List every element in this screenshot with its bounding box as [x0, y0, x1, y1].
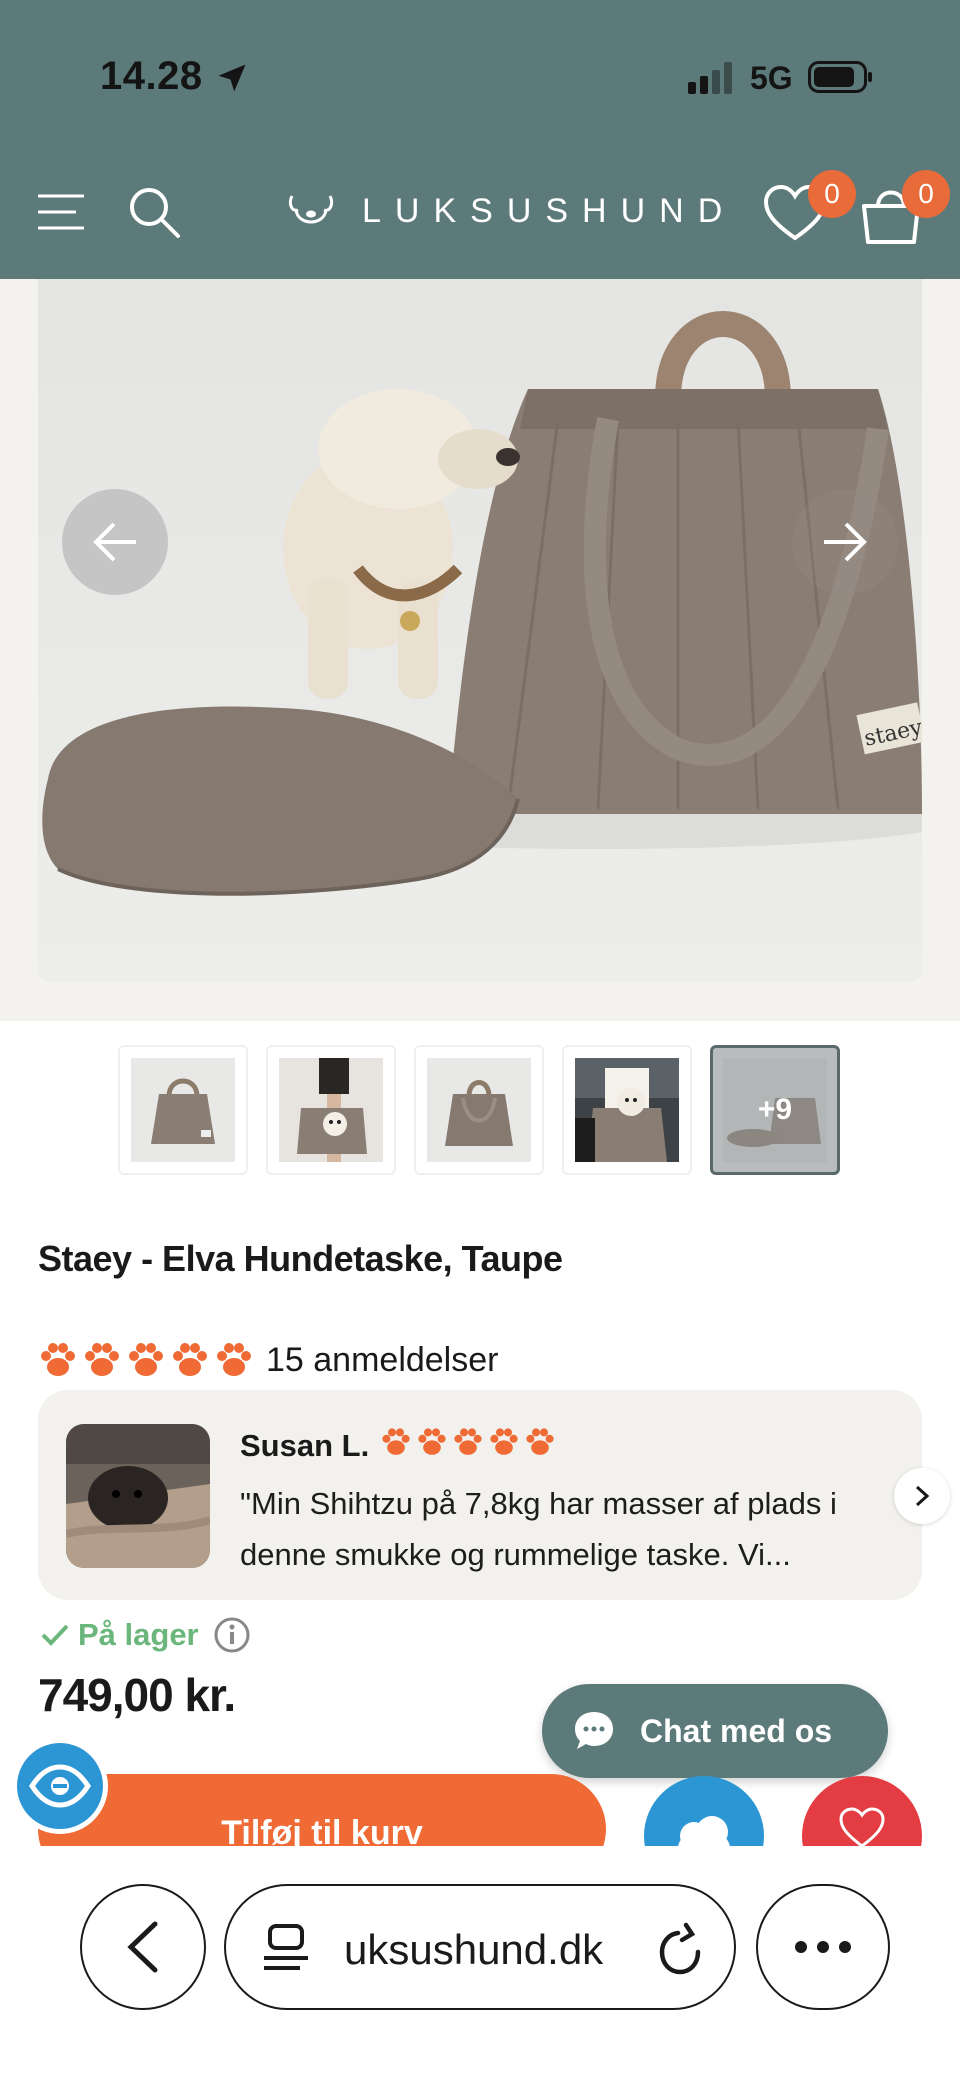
review-author: Susan L. — [240, 1428, 370, 1463]
action-bar: Tilføj til kurv — [0, 1770, 960, 1846]
paw-icon — [490, 1428, 518, 1455]
review-text: "Min Shihtzu på 7,8kg har masser af plad… — [240, 1486, 837, 1572]
thumbnail-more[interactable]: +9 — [710, 1045, 840, 1175]
browser-toolbar: uksushund.dk — [0, 1846, 960, 2087]
arrow-right-icon — [824, 522, 867, 562]
browser-more-button[interactable] — [756, 1884, 890, 2010]
dog-logo-icon — [288, 195, 334, 224]
paw-icon — [85, 1343, 119, 1376]
product-gallery: staey — [0, 279, 960, 1021]
rating-summary[interactable]: 15 anmeldelser — [38, 1340, 498, 1380]
stock-status: På lager — [40, 1616, 251, 1654]
gallery-next-button[interactable] — [792, 489, 898, 595]
dog-in-bag-photo — [66, 1424, 210, 1568]
cloud-button[interactable] — [644, 1776, 764, 1846]
thumbnail-3[interactable] — [414, 1045, 544, 1175]
site-header: 14.28 5G LUKSUSHUND 0 0 — [0, 0, 960, 279]
more-dots-icon — [795, 1941, 851, 1953]
info-icon[interactable] — [213, 1616, 251, 1654]
paw-icon — [526, 1428, 554, 1455]
thumbnail-1[interactable] — [118, 1045, 248, 1175]
product-price: 749,00 kr. — [38, 1669, 236, 1721]
paw-icon — [454, 1428, 482, 1455]
paw-icon — [129, 1343, 163, 1376]
eye-icon — [29, 1764, 91, 1808]
review-paw-rating — [380, 1426, 556, 1458]
wishlist-count-badge: 0 — [808, 170, 856, 218]
signal-icon — [688, 62, 732, 94]
more-images-count: +9 — [757, 1093, 793, 1126]
paw-icon — [418, 1428, 446, 1455]
product-title: Staey - Elva Hundetaske, Taupe — [38, 1238, 563, 1279]
brand-logo[interactable]: LUKSUSHUND — [286, 186, 736, 236]
network-label: 5G — [750, 60, 793, 96]
review-card[interactable]: Susan L. "Min Shihtzu på 7,8kg har masse… — [38, 1390, 922, 1600]
paw-icon — [173, 1343, 207, 1376]
review-photo — [66, 1424, 210, 1568]
menu-icon[interactable] — [36, 192, 86, 232]
accessibility-button[interactable] — [12, 1738, 108, 1834]
paw-rating — [38, 1340, 254, 1380]
location-arrow-icon — [218, 64, 246, 92]
chevron-right-icon — [915, 1485, 930, 1507]
paw-icon — [41, 1343, 75, 1376]
chat-label: Chat med os — [640, 1712, 833, 1749]
chat-bubble-icon — [575, 1712, 613, 1749]
cart-count-badge: 0 — [902, 170, 950, 218]
bag-dog-photo: staey — [38, 279, 922, 982]
product-main-image[interactable]: staey — [38, 279, 922, 982]
reload-icon[interactable] — [656, 1922, 708, 1978]
chevron-left-icon — [127, 1921, 158, 1973]
checkmark-icon — [41, 1624, 69, 1646]
add-to-cart-label: Tilføj til kurv — [221, 1814, 423, 1846]
battery-icon — [808, 61, 872, 93]
stock-label: På lager — [78, 1617, 199, 1652]
arrow-left-icon — [93, 522, 136, 562]
page-menu-icon — [264, 1924, 308, 1970]
review-next-button[interactable] — [894, 1468, 950, 1524]
brand-name: LUKSUSHUND — [362, 191, 737, 230]
heart-outline-icon — [839, 1807, 885, 1846]
thumbnail-strip: +9 — [118, 1045, 840, 1175]
cloud-icon — [678, 1816, 730, 1846]
reviews-count[interactable]: 15 anmeldelser — [266, 1341, 498, 1380]
chat-button[interactable]: Chat med os — [542, 1684, 888, 1778]
search-icon[interactable] — [126, 184, 182, 240]
browser-url-text: uksushund.dk — [344, 1926, 604, 1973]
bag-lap-thumbnail-image — [575, 1058, 679, 1162]
paw-icon — [217, 1343, 251, 1376]
thumbnail-4[interactable] — [562, 1045, 692, 1175]
thumbnail-2[interactable] — [266, 1045, 396, 1175]
wishlist-add-button[interactable] — [802, 1776, 922, 1846]
bag-carried-thumbnail-image — [279, 1058, 383, 1162]
add-to-cart-button[interactable]: Tilføj til kurv — [38, 1774, 606, 1846]
browser-url-bar[interactable]: uksushund.dk — [224, 1884, 736, 2010]
bag-thumbnail-image — [131, 1058, 235, 1162]
status-time: 14.28 — [100, 54, 203, 98]
paw-icon — [382, 1428, 410, 1455]
bag-side-thumbnail-image — [427, 1058, 531, 1162]
browser-back-button[interactable] — [80, 1884, 206, 2010]
gallery-prev-button[interactable] — [62, 489, 168, 595]
